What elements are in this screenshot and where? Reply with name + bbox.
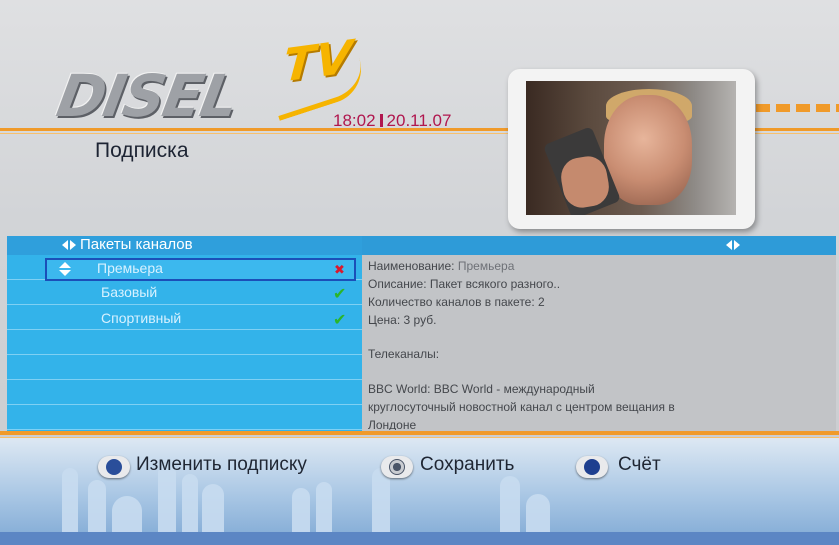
up-down-arrow-icon (59, 262, 71, 276)
save-button-icon[interactable] (381, 456, 413, 478)
detail-count-value: 2 (538, 295, 545, 309)
package-category-label: Пакеты каналов (80, 236, 193, 253)
list-item-label[interactable]: Спортивный (101, 310, 181, 326)
detail-name-value: Премьера (457, 259, 515, 273)
checkmark-icon: ✔ (333, 284, 347, 303)
detail-price-label: Цена: (368, 313, 401, 327)
people-silhouette (500, 476, 520, 538)
people-silhouette (292, 488, 310, 538)
footer-bottom-bar (0, 532, 839, 545)
detail-name: Наименование: Премьера (368, 259, 514, 273)
people-silhouette (372, 468, 390, 538)
disel-tv-logo: DISEL TV (52, 28, 371, 138)
checkmark-icon: ✔ (333, 310, 347, 329)
list-row (7, 280, 362, 305)
people-silhouette (202, 484, 224, 538)
channel-description-line: BBC World: BBC World - международный (368, 382, 595, 396)
preview-face (604, 95, 692, 205)
detail-desc-label: Описание: (368, 277, 427, 291)
panel-header-bar-right (362, 236, 836, 255)
list-item-label[interactable]: Премьера (97, 260, 163, 276)
detail-name-label: Наименование: (368, 259, 455, 273)
save-label[interactable]: Сохранить (420, 454, 514, 476)
people-silhouette (182, 474, 198, 538)
list-row (7, 405, 362, 430)
footer-divider (0, 431, 839, 435)
channel-description-line: Лондоне (368, 418, 417, 430)
people-silhouette (316, 482, 332, 538)
list-row (7, 380, 362, 405)
clock-separator (379, 114, 383, 127)
clock: 18:02 20.11.07 (333, 111, 451, 131)
detail-desc-value: Пакет всякого разного.. (429, 277, 561, 291)
cross-icon: ✖ (334, 263, 345, 278)
detail-price-value: 3 руб. (403, 313, 437, 327)
account-label[interactable]: Счёт (618, 454, 661, 476)
list-item-label[interactable]: Базовый (101, 284, 157, 300)
detail-price: Цена: 3 руб. (368, 313, 436, 327)
left-right-arrow-icon[interactable] (62, 240, 76, 250)
blue-circle-icon (584, 459, 600, 475)
header-dash-decoration (756, 104, 839, 112)
tv-preview-frame (508, 69, 755, 229)
tv-preview-video (526, 81, 736, 215)
time-text: 18:02 (333, 111, 376, 130)
detail-description: Описание: Пакет всякого разного.. (368, 277, 560, 291)
detail-count-label: Количество каналов в пакете: (368, 295, 535, 309)
list-row (7, 330, 362, 355)
people-silhouette (88, 480, 106, 540)
account-button-icon[interactable] (576, 456, 608, 478)
detail-channel-count: Количество каналов в пакете: 2 (368, 295, 545, 309)
subscription-screen: DISEL TV 18:02 20.11.07 Подписка Пакеты к… (0, 0, 839, 545)
ok-circle-icon (106, 459, 122, 475)
change-subscription-label[interactable]: Изменить подписку (136, 454, 307, 476)
people-silhouette (62, 468, 78, 538)
list-item-premiere-selected[interactable] (45, 258, 356, 281)
date-text: 20.11.07 (386, 111, 452, 130)
channel-description-line: круглосуточный новостной канал с центром… (368, 400, 675, 414)
logo-word: DISEL (52, 62, 243, 130)
save-circle-icon (389, 459, 405, 475)
scroll-left-right-arrow-icon[interactable] (726, 240, 740, 250)
list-row (7, 355, 362, 380)
ok-button-icon[interactable] (98, 456, 130, 478)
page-title: Подписка (95, 139, 189, 162)
channels-title: Телеканалы: (368, 347, 440, 361)
list-row (7, 305, 362, 330)
